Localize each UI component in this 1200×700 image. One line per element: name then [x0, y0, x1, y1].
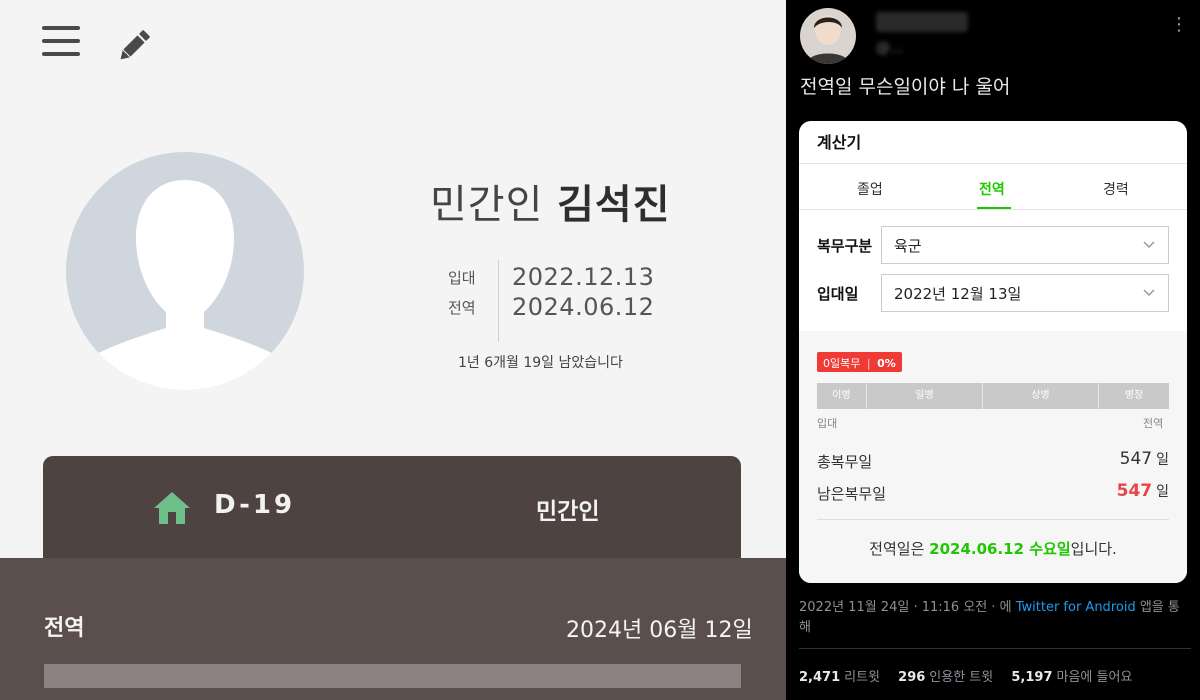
house-icon: [154, 492, 190, 524]
quotes-stat[interactable]: 296 인용한 트윗: [898, 670, 993, 685]
total-service-value: 547 일: [1120, 449, 1169, 469]
discharge-date: 2024.06.12: [512, 293, 655, 321]
divider: [817, 519, 1169, 520]
tweet-datetime[interactable]: 2022년 11월 24일 · 11:16 오전 · 에: [799, 600, 1016, 615]
discharge-label: 전역: [448, 298, 476, 317]
user-photo-icon: [806, 15, 850, 64]
enlist-label: 입대: [448, 268, 476, 287]
progress-badge: 0일복무 | 0%: [817, 352, 902, 372]
remaining-service-label: 남은복무일: [817, 485, 887, 503]
more-options-icon[interactable]: ⋮: [1170, 14, 1188, 35]
enlist-date-value: 2022년 12월 13일: [894, 285, 1022, 303]
calculator-title: 계산기: [817, 133, 862, 152]
divider: [799, 648, 1191, 649]
enlist-date: 2022.12.13: [512, 263, 655, 291]
enlist-date-label: 입대일: [817, 285, 859, 303]
hamburger-menu-icon[interactable]: [42, 26, 80, 62]
profile-avatar: [66, 152, 304, 390]
enlist-date-select[interactable]: 2022년 12월 13일: [881, 274, 1169, 312]
rank-sergeant: 병장: [1124, 390, 1144, 401]
result-prefix: 전역일은: [869, 540, 930, 558]
retweets-label: 리트윗: [844, 670, 881, 685]
axis-start-label: 입대: [817, 417, 838, 430]
remaining-time-text: 1년 6개월 19일 남았습니다: [458, 355, 623, 371]
days-unit: 일: [1156, 484, 1169, 500]
tab-career[interactable]: 경력: [1103, 179, 1129, 199]
name-prefix: 민간인: [430, 182, 544, 228]
quotes-count: 296: [898, 670, 926, 685]
likes-count: 5,197: [1011, 670, 1053, 685]
tweet-panel: @... ⋮ 전역일 무슨일이야 나 울어 계산기 졸업 전역 경력 복무구분 …: [786, 0, 1200, 700]
name-text: 김석진: [557, 182, 671, 228]
tweet-handle[interactable]: @...: [876, 40, 903, 56]
rank-private-first-class: 일병: [867, 383, 983, 409]
tab-graduation[interactable]: 졸업: [857, 179, 883, 199]
retweets-stat[interactable]: 2,471 리트윗: [799, 670, 880, 685]
rank-private: 이병: [817, 383, 867, 409]
discharge-calculator-card: 계산기 졸업 전역 경력 복무구분 육군 입대일 2022년 12월 13일 0…: [799, 121, 1187, 583]
discharge-result-text: 전역일은 2024.06.12 수요일입니다.: [799, 538, 1187, 559]
tweet-metadata: 2022년 11월 24일 · 11:16 오전 · 에 Twitter for…: [799, 598, 1191, 638]
total-days: 547: [1119, 449, 1153, 469]
discharge-row-date: 2024년 06월 12일: [566, 618, 753, 643]
service-type-select[interactable]: 육군: [881, 226, 1169, 264]
military-app-panel: 민간인 김석진 입대 2022.12.13 전역 2024.06.12 1년 6…: [0, 0, 786, 700]
divider: [799, 209, 1187, 210]
total-service-label: 총복무일: [817, 453, 873, 471]
tweet-text: 전역일 무슨일이야 나 울어: [800, 76, 1011, 98]
remaining-service-value: 547 일: [1117, 481, 1169, 501]
service-dates: 입대 2022.12.13 전역 2024.06.12: [448, 262, 654, 322]
tweet-client-link[interactable]: Twitter for Android: [1016, 600, 1136, 615]
result-suffix: 입니다.: [1070, 540, 1117, 558]
current-status: 민간인: [536, 499, 600, 525]
retweets-count: 2,471: [799, 670, 841, 685]
badge-percent: 0%: [877, 357, 896, 370]
chevron-down-icon: [1143, 241, 1155, 249]
person-silhouette-icon: [82, 180, 288, 390]
rank-corporal: 상병: [983, 383, 1099, 409]
rank-progress-bar: 이병 일병 상병 병장: [817, 383, 1169, 409]
remaining-days: 547: [1116, 481, 1153, 501]
discharge-row-label: 전역: [44, 616, 85, 641]
tweet-engagement-stats: 2,471 리트윗 296 인용한 트윗 5,197 마음에 들어요: [799, 666, 1146, 685]
divider: [799, 163, 1187, 164]
tweet-avatar[interactable]: [800, 8, 856, 64]
tab-discharge[interactable]: 전역: [979, 179, 1005, 199]
service-type-value: 육군: [894, 237, 922, 255]
pencil-edit-icon[interactable]: [114, 26, 154, 66]
days-unit: 일: [1156, 452, 1169, 468]
dday-counter: D-19: [214, 490, 296, 520]
tweet-display-name-redacted[interactable]: [876, 12, 968, 32]
badge-days: 0일복무: [823, 357, 861, 370]
likes-label: 마음에 들어요: [1056, 670, 1133, 685]
quotes-label: 인용한 트윗: [929, 670, 994, 685]
chevron-down-icon: [1143, 289, 1155, 297]
result-date: 2024.06.12 수요일: [929, 540, 1071, 558]
badge-separator: |: [866, 357, 871, 370]
service-type-label: 복무구분: [817, 237, 873, 255]
axis-end-label: 전역: [1143, 417, 1164, 430]
service-progress-bar: [44, 664, 741, 688]
profile-name: 민간인 김석진: [430, 172, 671, 230]
likes-stat[interactable]: 5,197 마음에 들어요: [1011, 670, 1132, 685]
